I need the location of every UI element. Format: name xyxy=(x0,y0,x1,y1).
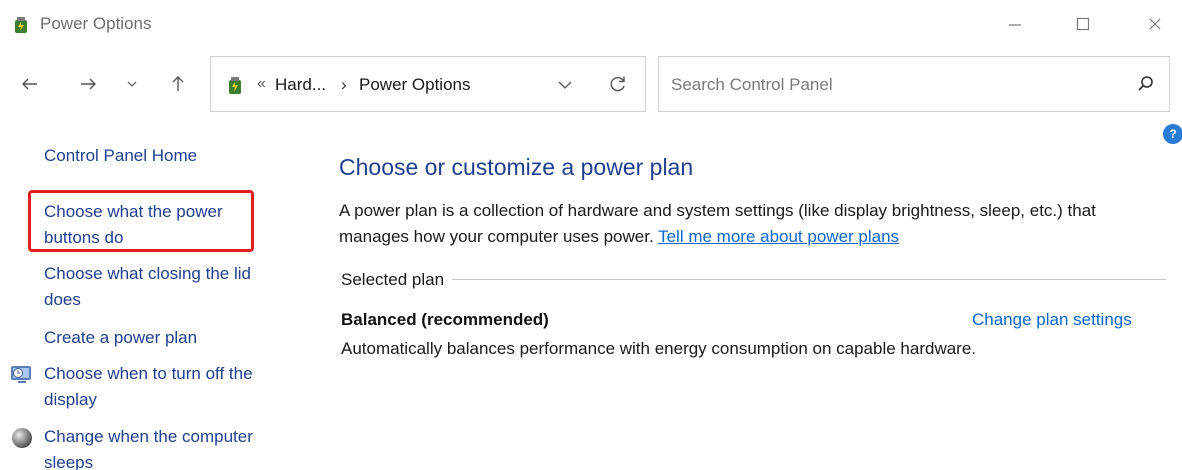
moon-sleep-icon xyxy=(12,428,32,448)
forward-button[interactable] xyxy=(74,70,102,98)
sidebar-item-power-buttons[interactable]: Choose what the power buttons do xyxy=(44,199,244,251)
arrow-up-icon xyxy=(172,76,184,91)
close-icon xyxy=(1149,18,1161,30)
power-options-app-icon xyxy=(15,17,27,33)
plan-name: Balanced (recommended) xyxy=(341,310,549,329)
page-title: Choose or customize a power plan xyxy=(339,154,694,180)
sidebar-item-computer-sleeps[interactable]: Change when the computer sleeps xyxy=(44,424,284,470)
plan-description: Automatically balances performance with … xyxy=(341,339,977,358)
up-button[interactable] xyxy=(164,70,192,98)
recent-locations-button[interactable] xyxy=(118,70,146,98)
maximize-icon xyxy=(1076,17,1090,31)
address-bar[interactable]: « Hard... › Power Options xyxy=(210,56,646,112)
monitor-clock-icon xyxy=(11,366,31,383)
learn-more-link[interactable]: Tell me more about power plans xyxy=(658,227,899,246)
address-dropdown-button[interactable] xyxy=(553,73,577,97)
sidebar-item-label[interactable]: Control Panel Home xyxy=(44,146,197,165)
title-bar: Power Options xyxy=(0,0,1182,48)
sidebar-item-create-power-plan[interactable]: Create a power plan xyxy=(44,325,284,351)
back-button[interactable] xyxy=(16,70,44,98)
breadcrumb-power-options[interactable]: Power Options xyxy=(359,75,471,95)
sidebar-item-turn-off-display[interactable]: Choose when to turn off the display xyxy=(44,361,284,413)
breadcrumb-overflow[interactable]: « xyxy=(257,75,266,93)
window-title: Power Options xyxy=(40,14,152,33)
sidebar-item-label[interactable]: Change when the computer sleeps xyxy=(44,427,253,470)
refresh-button[interactable] xyxy=(605,71,631,97)
search-box[interactable] xyxy=(658,56,1170,112)
navigation-bar: « Hard... › Power Options xyxy=(0,52,1182,112)
change-plan-settings-link[interactable]: Change plan settings xyxy=(972,310,1132,330)
sidebar-item-closing-lid[interactable]: Choose what closing the lid does xyxy=(44,261,284,313)
maximize-button[interactable] xyxy=(1068,10,1098,38)
search-icon[interactable] xyxy=(1135,73,1157,95)
section-divider xyxy=(340,279,1166,280)
chevron-down-icon xyxy=(558,81,572,89)
chevron-down-icon xyxy=(127,81,137,87)
breadcrumb-separator[interactable]: › xyxy=(341,75,347,95)
page-description: A power plan is a collection of hardware… xyxy=(339,198,1159,250)
sidebar-item-label[interactable]: Create a power plan xyxy=(44,328,197,347)
sidebar-item-label[interactable]: Choose when to turn off the display xyxy=(44,364,253,409)
minimize-button[interactable] xyxy=(1000,10,1030,38)
sidebar-item-control-panel-home[interactable]: Control Panel Home xyxy=(44,143,284,169)
minimize-icon xyxy=(1009,24,1021,26)
close-button[interactable] xyxy=(1140,10,1170,38)
sidebar-item-label[interactable]: Choose what the power buttons do xyxy=(44,202,223,247)
arrow-left-icon xyxy=(22,78,37,90)
refresh-icon xyxy=(610,76,625,92)
sidebar-item-label[interactable]: Choose what closing the lid does xyxy=(44,264,251,309)
power-options-icon xyxy=(229,77,241,94)
help-icon[interactable]: ? xyxy=(1163,124,1182,144)
search-input[interactable] xyxy=(669,71,1113,99)
selected-plan-heading: Selected plan xyxy=(341,270,453,290)
breadcrumb-hardware[interactable]: Hard... xyxy=(275,75,326,95)
power-options-window: Power Options « Hard... › Power Options … xyxy=(0,0,1182,470)
arrow-right-icon xyxy=(81,78,96,90)
